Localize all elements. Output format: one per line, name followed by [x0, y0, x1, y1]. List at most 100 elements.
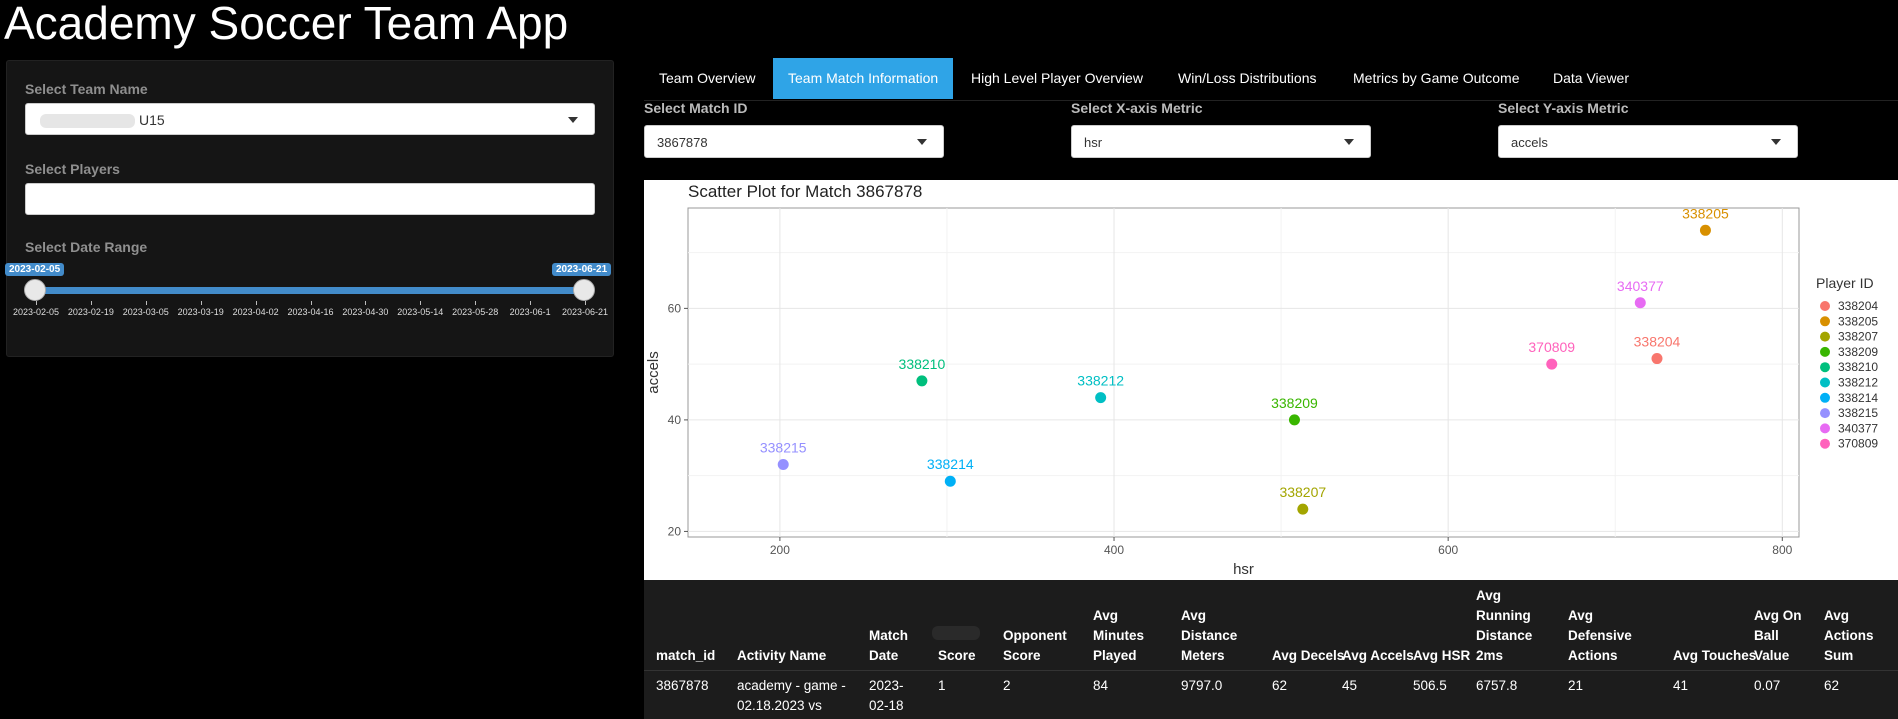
data-point-label: 338209: [1271, 395, 1318, 411]
app-title: Academy Soccer Team App: [4, 0, 569, 49]
tab-metrics-by-game-outcome[interactable]: Metrics by Game Outcome: [1338, 58, 1535, 99]
table-cell: 41: [1673, 678, 1689, 693]
data-point-label: 338212: [1077, 373, 1124, 389]
legend-key: [1820, 331, 1830, 342]
table-header-cell[interactable]: Avg Decels: [1272, 646, 1344, 666]
table-cell: 84: [1093, 678, 1109, 693]
date-range-slider[interactable]: [35, 287, 585, 294]
x-tick-label: 800: [1772, 543, 1792, 557]
y-tick-label: 40: [668, 413, 682, 427]
table-header-cell[interactable]: Avg Minutes Played: [1093, 606, 1163, 666]
data-point: [1297, 503, 1309, 515]
table-cell: 2: [1003, 678, 1011, 693]
legend-label: 370809: [1838, 437, 1878, 451]
table-header-cell[interactable]: Avg Defensive Actions: [1568, 606, 1648, 666]
table-header-cell[interactable]: Avg On Ball Value: [1754, 606, 1814, 666]
data-point-label: 340377: [1617, 278, 1664, 294]
slider-tick-label: 2023-05-14: [397, 307, 444, 317]
slider-tick-label: 2023-03-19: [177, 307, 224, 317]
legend-key: [1820, 362, 1830, 373]
table-header-cell[interactable]: Avg Running Distance 2ms: [1476, 586, 1551, 666]
x-tick-label: 400: [1104, 543, 1124, 557]
table-cell: 3867878: [656, 678, 709, 693]
x-metric-label: Select X-axis Metric: [1071, 100, 1203, 116]
slider-tick: [585, 301, 586, 305]
tab-high-level-player-overview[interactable]: High Level Player Overview: [956, 58, 1158, 99]
legend-key: [1820, 408, 1830, 419]
tab-win-loss-distributions[interactable]: Win/Loss Distributions: [1163, 58, 1332, 99]
slider-tick-label: 2023-04-02: [232, 307, 279, 317]
table-header-cell[interactable]: Opponent Score: [1003, 626, 1083, 666]
table-header-cell[interactable]: Avg Accels: [1342, 646, 1414, 666]
slider-tick-label: 2023-03-05: [122, 307, 169, 317]
table-header-cell[interactable]: Activity Name: [737, 646, 826, 666]
tab-data-viewer[interactable]: Data Viewer: [1538, 58, 1644, 99]
table-cell: academy - game - 02.18.2023 vs: [737, 678, 846, 713]
header-divider: [644, 670, 1898, 671]
match-id-value: 3867878: [657, 135, 708, 150]
slider-tick-label: 2023-04-30: [342, 307, 389, 317]
slider-tick: [310, 301, 312, 305]
table-cell: 62: [1272, 678, 1288, 693]
table-cell: 9797.0: [1181, 678, 1223, 693]
legend-label: 338210: [1838, 360, 1878, 374]
legend-key: [1820, 346, 1830, 357]
players-select-label: Select Players: [25, 161, 120, 177]
y-metric-label: Select Y-axis Metric: [1498, 100, 1629, 116]
data-point: [1699, 224, 1711, 236]
data-point: [1095, 392, 1107, 404]
y-metric-select[interactable]: accels: [1498, 125, 1798, 158]
y-tick-label: 60: [668, 301, 682, 315]
redacted-text: [932, 626, 980, 640]
slider-handle-to[interactable]: [573, 279, 595, 301]
table-cell: 6757.8: [1476, 678, 1518, 693]
data-point-label: 338214: [927, 456, 974, 472]
table-header-cell[interactable]: match_id: [656, 646, 715, 666]
date-range-label: Select Date Range: [25, 239, 148, 255]
match-id-select[interactable]: 3867878: [644, 125, 944, 158]
data-point: [1546, 358, 1558, 370]
slider-tick-label: 2023-06-1: [509, 307, 551, 317]
data-point: [944, 475, 956, 487]
legend-key: [1820, 301, 1830, 311]
match-id-label: Select Match ID: [644, 100, 748, 116]
slider-tick-label: 2023-02-05: [12, 307, 60, 317]
data-point-label: 338204: [1634, 334, 1681, 350]
tab-team-match-information[interactable]: Team Match Information: [773, 58, 954, 99]
legend-key: [1820, 316, 1830, 327]
data-point: [777, 459, 789, 471]
table-cell: 45: [1342, 678, 1358, 693]
legend-label: 338205: [1838, 314, 1878, 328]
data-point: [1288, 414, 1300, 426]
slider-tick-label: 2023-06-21: [561, 307, 609, 317]
team-select[interactable]: U15: [25, 103, 595, 135]
team-select-value: U15: [139, 112, 165, 128]
slider-tick: [475, 301, 477, 305]
slider-tick: [420, 301, 422, 305]
y-metric-value: accels: [1511, 135, 1548, 150]
legend-key: [1820, 423, 1830, 434]
x-axis-label: hsr: [1233, 561, 1254, 578]
slider-tick: [365, 301, 367, 305]
table-cell: 2023-02-18: [869, 678, 904, 713]
legend-key: [1820, 392, 1830, 403]
match-table: match_id Activity Name Match Date Score Oppo…: [644, 580, 1898, 719]
table-header-cell[interactable]: Avg Touches: [1673, 646, 1756, 666]
tab-team-overview[interactable]: Team Overview: [644, 58, 770, 99]
x-metric-select[interactable]: hsr: [1071, 125, 1371, 158]
data-point-label: 338215: [760, 440, 807, 456]
table-header-cell[interactable]: Match Date: [869, 626, 919, 666]
table-header-cell[interactable]: Score: [938, 646, 976, 666]
slider-handle-from[interactable]: [24, 279, 46, 301]
legend-key: [1820, 377, 1830, 388]
players-select[interactable]: [25, 183, 595, 215]
data-point-label: 338205: [1682, 205, 1729, 221]
plot-area: [687, 207, 1800, 538]
table-header-cell[interactable]: Avg HSR: [1413, 646, 1470, 666]
legend-label: 338204: [1838, 299, 1878, 313]
table-header-cell[interactable]: Avg Actions Sum: [1824, 606, 1879, 666]
table-header-cell[interactable]: Avg Distance Meters: [1181, 606, 1251, 666]
data-point-label: 370809: [1528, 339, 1575, 355]
legend-label: 338214: [1838, 391, 1878, 405]
slider-tick-label: 2023-05-28: [452, 307, 499, 317]
